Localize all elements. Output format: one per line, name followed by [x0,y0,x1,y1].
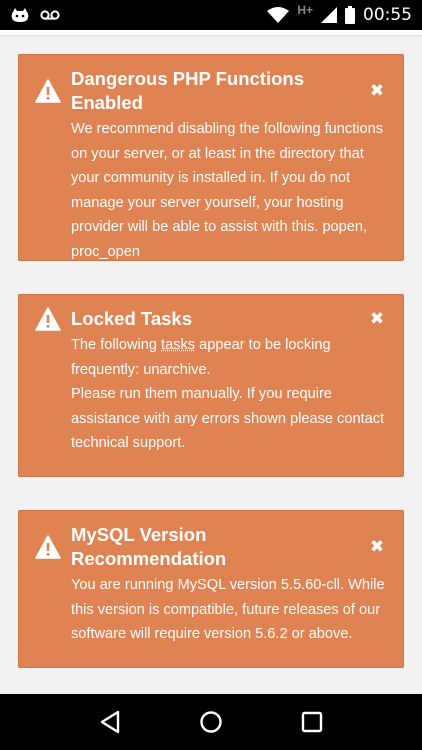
home-icon[interactable] [191,702,231,742]
close-icon[interactable]: ✖ [367,309,387,329]
alert-dangerous-php-functions: Dangerous PHP Functions Enabled ✖ We rec… [18,54,404,261]
alert-message-text: The following [71,337,162,353]
warning-icon [35,79,61,103]
alert-title: Locked Tasks [71,308,192,329]
header-divider [0,30,422,36]
admin-notices: Dangerous PHP Functions Enabled ✖ We rec… [0,30,422,694]
status-bar: H+ 00:55 [0,0,422,30]
alert-title: Dangerous PHP Functions Enabled [71,68,304,113]
signal-icon [321,7,337,23]
warning-icon [35,535,61,559]
alert-message-text: Please run them manually. If you require… [71,386,385,451]
voicemail-icon [40,9,60,21]
close-icon[interactable]: ✖ [367,81,387,101]
alert-message: You are running MySQL version 5.5.60-cll… [71,577,385,642]
warning-icon [35,307,61,331]
wifi-icon [267,7,290,23]
recents-icon[interactable] [292,702,332,742]
alert-locked-tasks: Locked Tasks ✖ The following tasks appea… [18,294,404,477]
navigation-bar [0,694,422,750]
tasks-link[interactable]: tasks [161,337,195,353]
network-type-label: H+ [297,3,313,17]
cat-notification-icon [10,7,30,23]
alert-title: MySQL Version Recommendation [71,524,227,569]
alert-message: The following tasks appear to be locking… [35,333,387,456]
back-icon[interactable] [90,702,130,742]
battery-icon [345,6,355,24]
close-icon[interactable]: ✖ [367,537,387,557]
alert-mysql-version: MySQL Version Recommendation ✖ You are r… [18,510,404,668]
clock: 00:55 [363,5,412,25]
alert-message: We recommend disabling the following fun… [71,121,384,260]
